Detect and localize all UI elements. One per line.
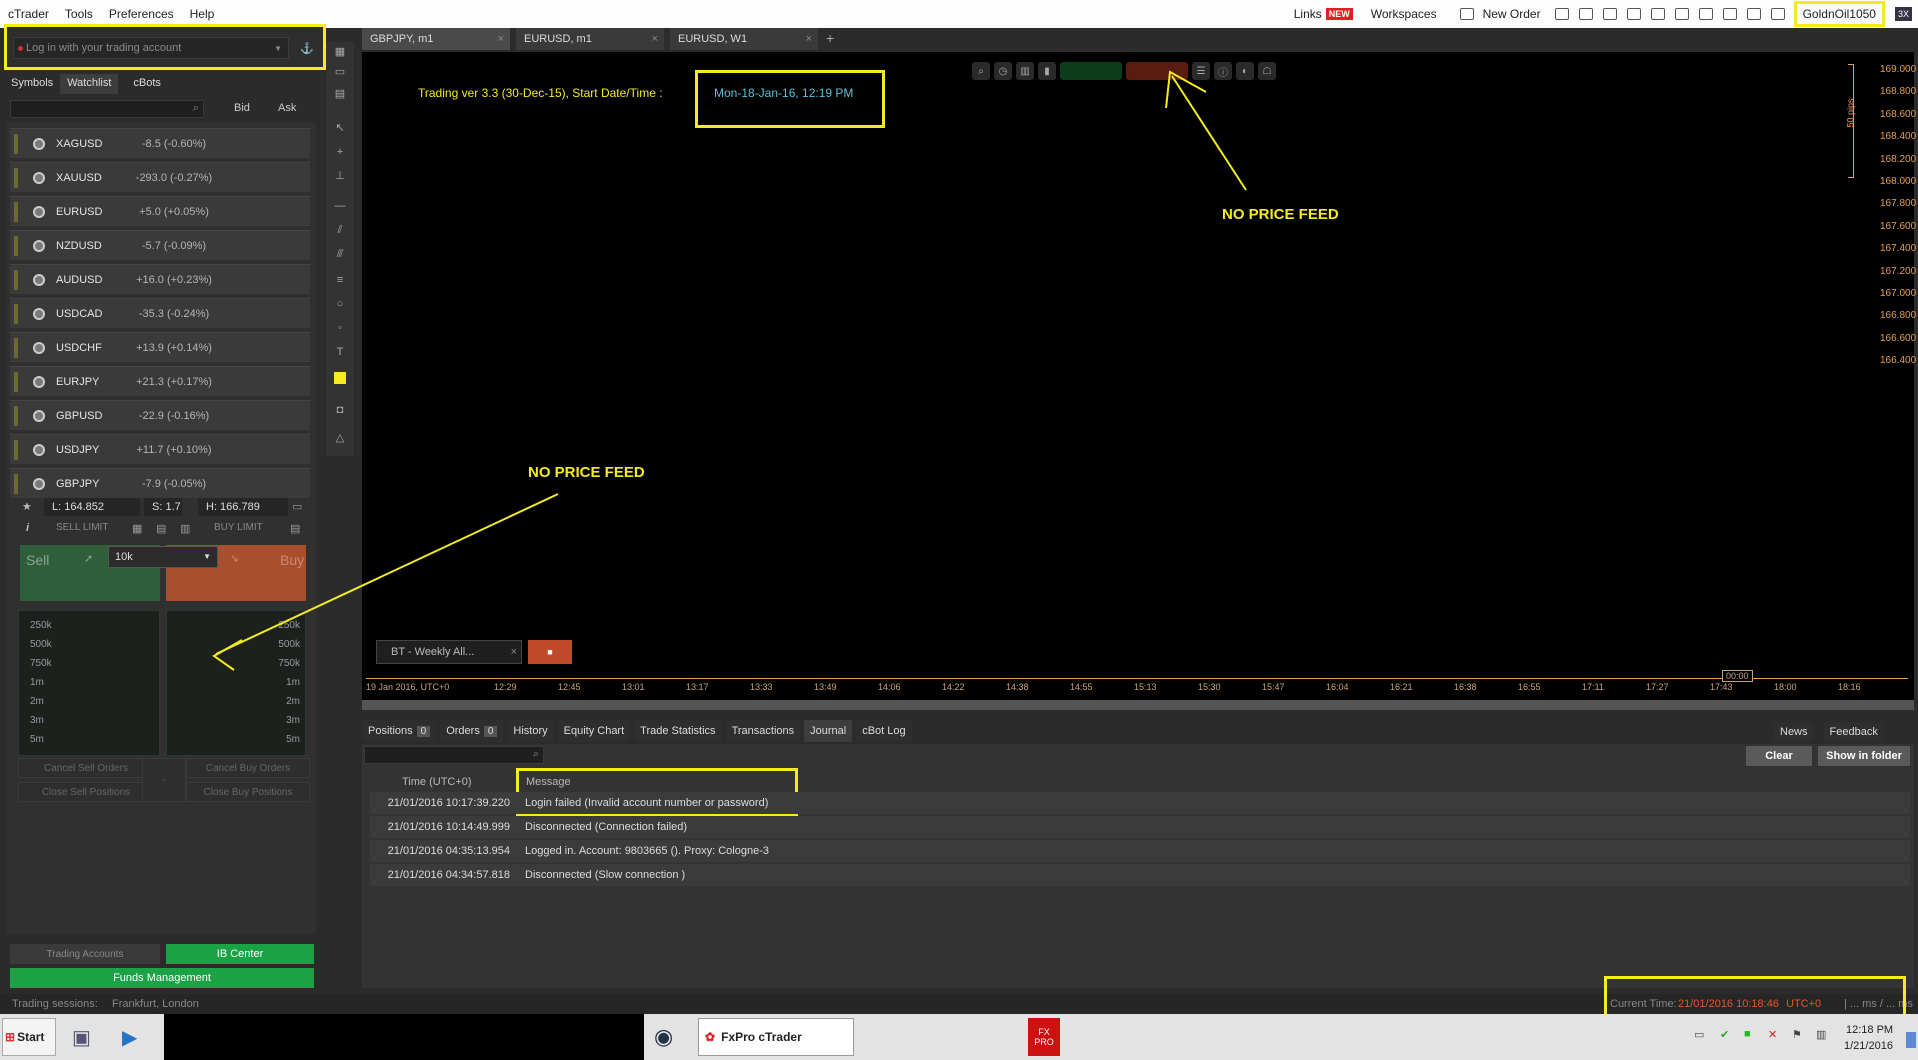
show-in-folder-button[interactable]: Show in folder (1818, 746, 1910, 766)
show-desktop-button[interactable] (1906, 1032, 1916, 1048)
journal-message: Disconnected (Slow connection ) (525, 869, 686, 881)
news-button[interactable]: News (1774, 722, 1814, 742)
clear-button[interactable]: Clear (1746, 746, 1812, 766)
sessions-value: Frankfurt, London (112, 998, 199, 1010)
journal-time: 21/01/2016 04:35:13.954 (387, 845, 510, 857)
powershell-icon[interactable]: ▶ (122, 1018, 152, 1056)
tab-label: History (513, 725, 548, 737)
chart-scrollbar[interactable] (362, 700, 1914, 710)
tab-label: Transactions (731, 725, 795, 737)
feedback-button[interactable]: Feedback (1823, 722, 1884, 742)
journal-time: 21/01/2016 04:34:57.818 (387, 869, 510, 881)
tab-label: Equity Chart (563, 725, 625, 737)
tab-count: 0 (416, 725, 431, 737)
cbot-instance[interactable]: BT - Weekly All... × (376, 640, 522, 664)
journal-search-input[interactable]: ⌕ (364, 746, 544, 764)
tab-label: cBot Log (862, 725, 906, 737)
search-icon: ⌕ (532, 748, 539, 760)
tab-journal[interactable]: Journal (804, 720, 853, 742)
start-label: Start (17, 1030, 45, 1044)
journal-row[interactable]: 21/01/2016 04:34:57.818 Disconnected (Slo… (370, 864, 1910, 886)
tray-network-icon[interactable]: ✕ (1768, 1028, 1777, 1041)
ctrader-task-label: FxPro cTrader (721, 1030, 802, 1044)
bottom-right-links: News Feedback (1774, 722, 1884, 742)
journal-row[interactable]: 21/01/2016 10:17:39.220 Login failed (Inv… (370, 792, 1910, 814)
sessions-label: Trading sessions: (12, 998, 98, 1010)
tab-orders[interactable]: Orders 0 (440, 720, 504, 742)
stop-cbot-button[interactable]: ■ (528, 640, 572, 664)
ctrader-task[interactable]: ✿ FxPro cTrader (698, 1018, 854, 1056)
ctrader-icon: ✿ (705, 1030, 716, 1044)
tab-trade-statistics[interactable]: Trade Statistics (634, 720, 722, 742)
tray-shield-icon[interactable]: ✔ (1720, 1028, 1729, 1041)
journal-time: 21/01/2016 10:17:39.220 (387, 797, 510, 809)
tab-label: Positions (368, 725, 413, 737)
journal-message: Login failed (Invalid account number or … (525, 797, 769, 809)
tab-label: Orders (446, 725, 480, 737)
journal-time: 21/01/2016 10:14:49.999 (387, 821, 510, 833)
time-column-header[interactable]: Time (UTC+0) (402, 776, 472, 788)
bottom-tabs: Positions 0 Orders 0 History Equity Chart Trad… (362, 720, 912, 742)
clock-time: 12:18 PM (1846, 1024, 1894, 1036)
tray-flag-icon[interactable]: ⚑ (1792, 1028, 1802, 1041)
journal-row[interactable]: 21/01/2016 04:35:13.954 Logged in. Accoun… (370, 840, 1910, 862)
tray-status-icon[interactable]: ■ (1744, 1028, 1751, 1040)
os-taskbar: ⊞ Start ▣ ▶ ◉ ✿ FxPro cTrader FX PRO ▭ ✔ ■… (0, 1014, 1918, 1060)
hidden-area (164, 1014, 644, 1060)
journal-message: Logged in. Account: 9803665 (). Proxy: C… (525, 845, 769, 857)
tray-keyboard-icon[interactable]: ▭ (1694, 1028, 1704, 1041)
journal-row[interactable]: 21/01/2016 10:14:49.999 Disconnected (Con… (370, 816, 1910, 838)
computer-icon[interactable]: ▣ (72, 1018, 102, 1056)
fxpro-logo[interactable]: FX PRO (1028, 1018, 1060, 1056)
tab-history[interactable]: History (507, 720, 554, 742)
close-icon[interactable]: × (511, 646, 517, 658)
windows-icon: ⊞ (5, 1030, 16, 1044)
tab-positions[interactable]: Positions 0 (362, 720, 437, 742)
tab-transactions[interactable]: Transactions (725, 720, 801, 742)
tray-display-icon[interactable]: ▥ (1816, 1028, 1826, 1041)
tab-label: Trade Statistics (640, 725, 716, 737)
clock-date: 1/21/2016 (1844, 1040, 1893, 1052)
cbot-name: BT - Weekly All... (391, 646, 475, 658)
journal-message: Disconnected (Connection failed) (525, 821, 688, 833)
app-icon[interactable]: ◉ (654, 1018, 690, 1056)
tab-label: Journal (810, 725, 847, 737)
tab-count: 0 (483, 725, 498, 737)
tab-equity-chart[interactable]: Equity Chart (557, 720, 631, 742)
start-button[interactable]: ⊞ Start (2, 1018, 56, 1056)
tab-cbot-log[interactable]: cBot Log (856, 720, 912, 742)
